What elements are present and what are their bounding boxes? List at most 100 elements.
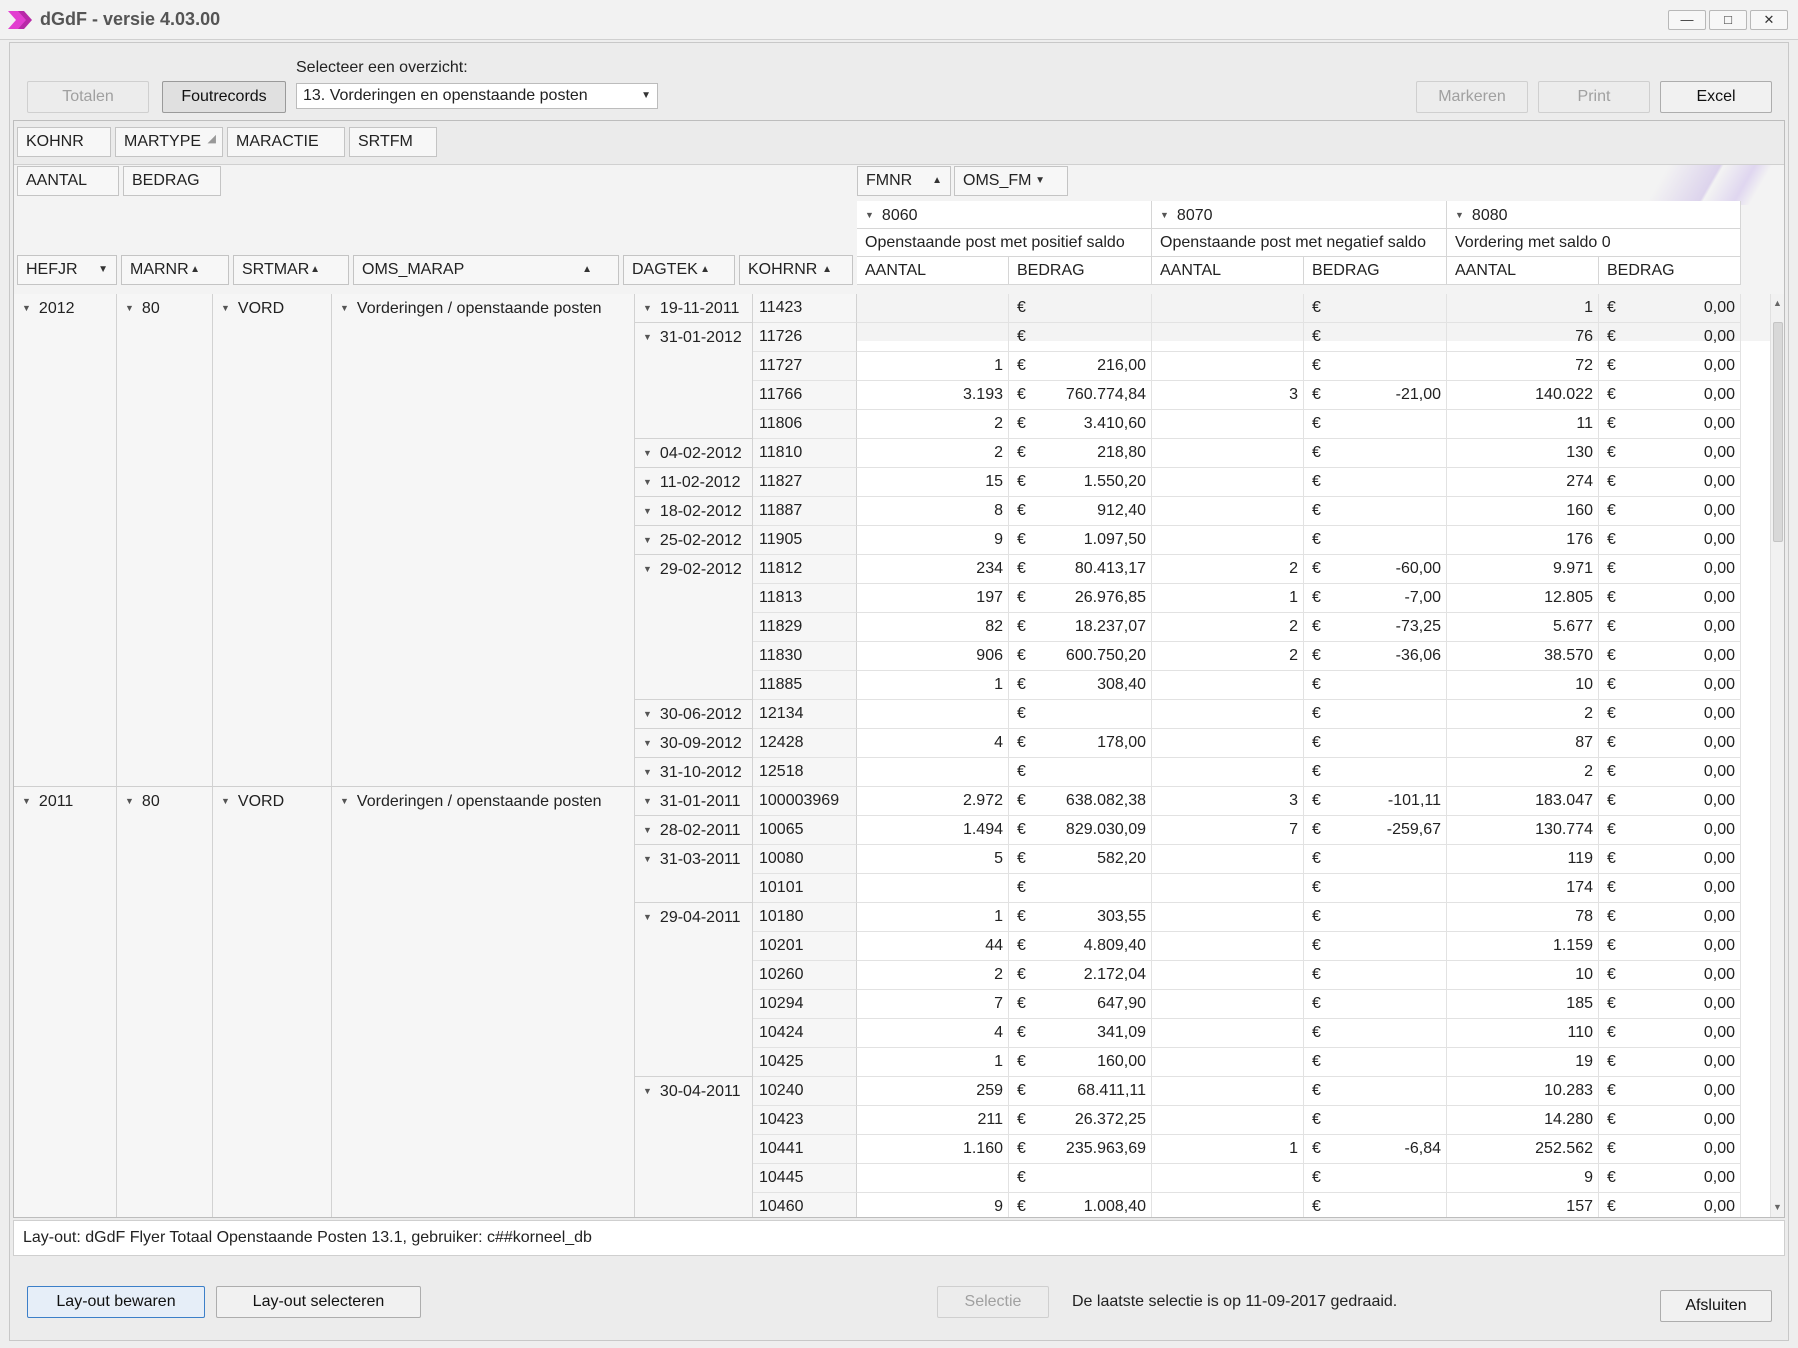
kohrnr-cell[interactable]: 12428 xyxy=(753,729,857,758)
kohrnr-cell[interactable]: 10180 xyxy=(753,903,857,932)
kohrnr-cell[interactable]: 10423 xyxy=(753,1106,857,1135)
kohrnr-cell[interactable]: 11830 xyxy=(753,642,857,671)
column-header-8080[interactable]: ▼ 8080 xyxy=(1447,201,1741,229)
column-field-oms-fm[interactable]: OMS_FM ▼ xyxy=(954,166,1068,196)
kohrnr-cell[interactable]: 11766 xyxy=(753,381,857,410)
collapse-icon[interactable]: ▼ xyxy=(643,448,652,458)
excel-button[interactable]: Excel xyxy=(1660,81,1772,113)
dagtek-cell[interactable]: ▼ 30-06-2012 xyxy=(635,700,753,729)
kohrnr-cell[interactable]: 10445 xyxy=(753,1164,857,1193)
filter-field-srtfm[interactable]: SRTFM xyxy=(349,127,437,157)
collapse-icon[interactable]: ▼ xyxy=(643,912,652,922)
kohrnr-cell[interactable]: 11885 xyxy=(753,671,857,700)
srtmar-cell[interactable]: ▼ VORD xyxy=(213,294,332,787)
kohrnr-cell[interactable]: 11812 xyxy=(753,555,857,584)
collapse-icon[interactable]: ▼ xyxy=(340,303,349,313)
collapse-icon[interactable]: ▼ xyxy=(643,767,652,777)
totalen-button[interactable]: Totalen xyxy=(27,81,149,113)
kohrnr-cell[interactable]: 10260 xyxy=(753,961,857,990)
scroll-down-icon[interactable]: ▼ xyxy=(1773,1202,1782,1212)
collapse-icon[interactable]: ▼ xyxy=(643,477,652,487)
dagtek-cell[interactable]: ▼ 04-02-2012 xyxy=(635,439,753,468)
kohrnr-cell[interactable]: 10294 xyxy=(753,990,857,1019)
collapse-icon[interactable]: ▼ xyxy=(643,854,652,864)
column-header-8070[interactable]: ▼ 8070 xyxy=(1152,201,1447,229)
kohrnr-cell[interactable]: 100003969 xyxy=(753,787,857,816)
oms-marap-cell[interactable]: ▼ Vorderingen / openstaande posten xyxy=(332,294,635,787)
print-button[interactable]: Print xyxy=(1538,81,1650,113)
dagtek-cell[interactable]: ▼ 30-09-2012 xyxy=(635,729,753,758)
collapse-icon[interactable]: ▼ xyxy=(643,1086,652,1096)
dagtek-cell[interactable]: ▼ 30-04-2011 xyxy=(635,1077,753,1217)
markeren-button[interactable]: Markeren xyxy=(1416,81,1528,113)
filter-field-martype[interactable]: MARTYPE ◢ xyxy=(115,127,223,157)
collapse-icon[interactable]: ▼ xyxy=(643,506,652,516)
maximize-icon[interactable]: □ xyxy=(1709,10,1747,30)
kohrnr-cell[interactable]: 10441 xyxy=(753,1135,857,1164)
collapse-icon[interactable]: ▼ xyxy=(643,738,652,748)
collapse-icon[interactable]: ▼ xyxy=(22,303,31,313)
collapse-icon[interactable]: ▼ xyxy=(22,796,31,806)
kohrnr-cell[interactable]: 11727 xyxy=(753,352,857,381)
row-field-kohrnr[interactable]: KOHRNR ▲ xyxy=(739,255,853,285)
kohrnr-cell[interactable]: 10425 xyxy=(753,1048,857,1077)
selectie-button[interactable]: Selectie xyxy=(937,1286,1049,1318)
layout-save-button[interactable]: Lay-out bewaren xyxy=(27,1286,205,1318)
kohrnr-cell[interactable]: 11905 xyxy=(753,526,857,555)
dagtek-cell[interactable]: ▼ 29-02-2012 xyxy=(635,555,753,700)
filter-field-maractie[interactable]: MARACTIE xyxy=(227,127,345,157)
kohrnr-cell[interactable]: 11813 xyxy=(753,584,857,613)
kohrnr-cell[interactable]: 11829 xyxy=(753,613,857,642)
data-field-bedrag[interactable]: BEDRAG xyxy=(123,166,221,196)
filter-field-kohnr[interactable]: KOHNR xyxy=(17,127,111,157)
kohrnr-cell[interactable]: 11810 xyxy=(753,439,857,468)
kohrnr-cell[interactable]: 10065 xyxy=(753,816,857,845)
collapse-icon[interactable]: ▼ xyxy=(643,564,652,574)
dagtek-cell[interactable]: ▼ 29-04-2011 xyxy=(635,903,753,1077)
collapse-icon[interactable]: ▼ xyxy=(125,303,134,313)
kohrnr-cell[interactable]: 10201 xyxy=(753,932,857,961)
srtmar-cell[interactable]: ▼ VORD xyxy=(213,787,332,1217)
collapse-icon[interactable]: ▼ xyxy=(643,796,652,806)
dagtek-cell[interactable]: ▼ 18-02-2012 xyxy=(635,497,753,526)
kohrnr-cell[interactable]: 12518 xyxy=(753,758,857,787)
kohrnr-cell[interactable]: 11827 xyxy=(753,468,857,497)
column-field-fmnr[interactable]: FMNR ▲ xyxy=(857,166,951,196)
collapse-icon[interactable]: ▼ xyxy=(643,535,652,545)
kohrnr-cell[interactable]: 12134 xyxy=(753,700,857,729)
collapse-icon[interactable]: ▼ xyxy=(643,332,652,342)
dagtek-cell[interactable]: ▼ 28-02-2011 xyxy=(635,816,753,845)
kohrnr-cell[interactable]: 10460 xyxy=(753,1193,857,1217)
vertical-scrollbar[interactable]: ▲ ▼ xyxy=(1770,294,1784,1217)
minimize-icon[interactable]: — xyxy=(1668,10,1706,30)
marnr-cell[interactable]: ▼ 80 xyxy=(117,294,213,787)
collapse-icon[interactable]: ▼ xyxy=(643,709,652,719)
collapse-icon[interactable]: ▼ xyxy=(221,796,230,806)
scroll-up-icon[interactable]: ▲ xyxy=(1773,298,1782,308)
data-field-aantal[interactable]: AANTAL xyxy=(17,166,119,196)
dagtek-cell[interactable]: ▼ 31-03-2011 xyxy=(635,845,753,903)
row-field-dagtek[interactable]: DAGTEK ▲ xyxy=(623,255,735,285)
row-field-marnr[interactable]: MARNR ▲ xyxy=(121,255,229,285)
oms-marap-cell[interactable]: ▼ Vorderingen / openstaande posten xyxy=(332,787,635,1217)
kohrnr-cell[interactable]: 10424 xyxy=(753,1019,857,1048)
afsluiten-button[interactable]: Afsluiten xyxy=(1660,1290,1772,1322)
kohrnr-cell[interactable]: 10080 xyxy=(753,845,857,874)
dagtek-cell[interactable]: ▼ 19-11-2011 xyxy=(635,294,753,323)
column-header-8060[interactable]: ▼ 8060 xyxy=(857,201,1152,229)
collapse-icon[interactable]: ▼ xyxy=(643,825,652,835)
dagtek-cell[interactable]: ▼ 25-02-2012 xyxy=(635,526,753,555)
kohrnr-cell[interactable]: 11887 xyxy=(753,497,857,526)
row-field-oms-marap[interactable]: OMS_MARAP ▲ xyxy=(353,255,619,285)
collapse-icon[interactable]: ▼ xyxy=(221,303,230,313)
collapse-icon[interactable]: ▼ xyxy=(643,303,652,313)
dagtek-cell[interactable]: ▼ 31-10-2012 xyxy=(635,758,753,787)
dagtek-cell[interactable]: ▼ 31-01-2012 xyxy=(635,323,753,439)
hefjr-cell[interactable]: ▼ 2011 xyxy=(14,787,117,1217)
hefjr-cell[interactable]: ▼ 2012 xyxy=(14,294,117,787)
row-field-hefjr[interactable]: HEFJR ▼ xyxy=(17,255,117,285)
marnr-cell[interactable]: ▼ 80 xyxy=(117,787,213,1217)
kohrnr-cell[interactable]: 10101 xyxy=(753,874,857,903)
collapse-icon[interactable]: ▼ xyxy=(340,796,349,806)
dagtek-cell[interactable]: ▼ 11-02-2012 xyxy=(635,468,753,497)
